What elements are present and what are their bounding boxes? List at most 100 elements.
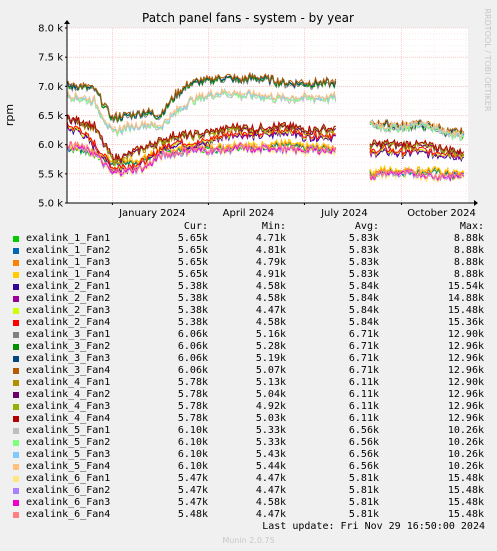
- legend-swatch: [13, 392, 19, 398]
- legend-item: exalink_4_Fan1 5.78k 5.13k 6.11k 12.90k: [0, 377, 497, 389]
- y-tick-label: 8.0 k: [38, 24, 63, 35]
- legend-cur-value: 5.47k: [177, 497, 208, 508]
- legend-min-value: 5.43k: [255, 449, 286, 460]
- legend-min-value: 5.33k: [255, 437, 286, 448]
- legend-max-value: 10.26k: [447, 437, 484, 448]
- legend-min-value: 5.44k: [255, 461, 286, 472]
- y-axis-label: rpm: [3, 104, 16, 126]
- legend-swatch: [13, 344, 19, 350]
- legend-swatch: [13, 380, 19, 386]
- legend-cur-value: 5.65k: [177, 269, 208, 280]
- legend-cur-value: 5.65k: [177, 233, 208, 244]
- legend-swatch: [13, 308, 19, 314]
- legend-swatch: [13, 428, 19, 434]
- legend-avg-value: 5.81k: [348, 509, 379, 520]
- legend-item: exalink_5_Fan1 6.10k 5.33k 6.56k 10.26k: [0, 425, 497, 437]
- legend-rows: exalink_1_Fan1 5.65k 4.71k 5.83k 8.88k exalin…: [0, 233, 497, 521]
- legend-max-value: 8.88k: [453, 233, 484, 244]
- legend-col-avg: Avg:: [354, 221, 379, 232]
- legend-avg-value: 5.83k: [348, 269, 379, 280]
- legend-min-value: 4.47k: [255, 473, 286, 484]
- legend-max-value: 15.48k: [447, 473, 484, 484]
- legend-cur-value: 6.06k: [177, 329, 208, 340]
- legend-item: exalink_6_Fan2 5.47k 4.47k 5.81k 15.48k: [0, 485, 497, 497]
- legend-item: exalink_1_Fan4 5.65k 4.91k 5.83k 8.88k: [0, 269, 497, 281]
- legend-item: exalink_1_Fan2 5.65k 4.81k 5.83k 8.88k: [0, 245, 497, 257]
- legend-series-name: exalink_6_Fan1: [26, 473, 111, 484]
- legend-avg-value: 6.56k: [348, 449, 379, 460]
- legend-avg-value: 6.71k: [348, 365, 379, 376]
- chart-title: Patch panel fans - system - by year: [142, 11, 354, 25]
- legend-header: Cur: Min: Avg: Max:: [0, 221, 497, 233]
- legend-cur-value: 6.06k: [177, 353, 208, 364]
- y-tick-label: 6.0 k: [38, 140, 63, 151]
- legend-avg-value: 5.83k: [348, 233, 379, 244]
- legend-min-value: 5.03k: [255, 413, 286, 424]
- legend-max-value: 8.88k: [453, 245, 484, 256]
- legend-avg-value: 5.84k: [348, 281, 379, 292]
- legend-avg-value: 6.56k: [348, 461, 379, 472]
- legend-swatch: [13, 416, 19, 422]
- legend-min-value: 4.58k: [255, 293, 286, 304]
- legend-cur-value: 5.78k: [177, 389, 208, 400]
- legend-series-name: exalink_4_Fan3: [26, 401, 111, 412]
- legend-series-name: exalink_4_Fan1: [26, 377, 111, 388]
- legend-cur-value: 6.06k: [177, 365, 208, 376]
- legend-series-name: exalink_4_Fan2: [26, 389, 111, 400]
- legend-min-value: 5.04k: [255, 389, 286, 400]
- legend-min-value: 4.71k: [255, 233, 286, 244]
- legend-min-value: 4.58k: [255, 497, 286, 508]
- legend-swatch: [13, 296, 19, 302]
- legend-avg-value: 6.11k: [348, 401, 379, 412]
- legend-avg-value: 5.81k: [348, 485, 379, 496]
- y-tick-label: 5.0 k: [38, 199, 63, 210]
- legend-swatch: [13, 284, 19, 290]
- legend-max-value: 8.88k: [453, 269, 484, 280]
- legend-series-name: exalink_5_Fan4: [26, 461, 111, 472]
- legend-item: exalink_5_Fan4 6.10k 5.44k 6.56k 10.26k: [0, 461, 497, 473]
- legend-min-value: 5.19k: [255, 353, 286, 364]
- legend-swatch: [13, 236, 19, 242]
- legend-item: exalink_3_Fan2 6.06k 5.28k 6.71k 12.96k: [0, 341, 497, 353]
- legend-avg-value: 6.56k: [348, 425, 379, 436]
- legend-cur-value: 5.38k: [177, 305, 208, 316]
- legend-max-value: 12.96k: [447, 389, 484, 400]
- legend-max-value: 12.96k: [447, 413, 484, 424]
- legend-series-name: exalink_6_Fan4: [26, 509, 111, 520]
- legend-cur-value: 5.78k: [177, 413, 208, 424]
- legend-swatch: [13, 368, 19, 374]
- legend-series-name: exalink_6_Fan3: [26, 497, 111, 508]
- legend-series-name: exalink_5_Fan3: [26, 449, 111, 460]
- legend-series-name: exalink_5_Fan2: [26, 437, 111, 448]
- legend-series-name: exalink_1_Fan2: [26, 245, 111, 256]
- legend-cur-value: 6.10k: [177, 461, 208, 472]
- legend-item: exalink_6_Fan4 5.48k 4.47k 5.81k 15.48k: [0, 509, 497, 521]
- legend-max-value: 15.36k: [447, 317, 484, 328]
- legend-avg-value: 5.83k: [348, 257, 379, 268]
- legend-col-max: Max:: [459, 221, 484, 232]
- legend-series-name: exalink_3_Fan3: [26, 353, 111, 364]
- legend-avg-value: 6.11k: [348, 377, 379, 388]
- legend-series-name: exalink_6_Fan2: [26, 485, 111, 496]
- legend-col-cur: Cur:: [183, 221, 208, 232]
- legend-series-name: exalink_2_Fan2: [26, 293, 111, 304]
- legend-avg-value: 6.11k: [348, 413, 379, 424]
- legend: Cur: Min: Avg: Max: exalink_1_Fan1 5.65k 4…: [0, 221, 497, 521]
- legend-cur-value: 5.65k: [177, 245, 208, 256]
- legend-item: exalink_3_Fan1 6.06k 5.16k 6.71k 12.90k: [0, 329, 497, 341]
- legend-min-value: 5.28k: [255, 341, 286, 352]
- legend-swatch: [13, 356, 19, 362]
- legend-cur-value: 5.78k: [177, 401, 208, 412]
- legend-max-value: 12.96k: [447, 365, 484, 376]
- legend-max-value: 12.96k: [447, 353, 484, 364]
- legend-max-value: 15.48k: [447, 497, 484, 508]
- legend-swatch: [13, 272, 19, 278]
- legend-swatch: [13, 500, 19, 506]
- legend-series-name: exalink_1_Fan3: [26, 257, 111, 268]
- rrdtool-credit: RRDTOOL / TOBI OETIKER: [483, 8, 492, 111]
- legend-max-value: 12.96k: [447, 341, 484, 352]
- legend-min-value: 4.58k: [255, 317, 286, 328]
- legend-max-value: 10.26k: [447, 425, 484, 436]
- legend-swatch: [13, 404, 19, 410]
- x-tick-label: July 2024: [320, 208, 368, 219]
